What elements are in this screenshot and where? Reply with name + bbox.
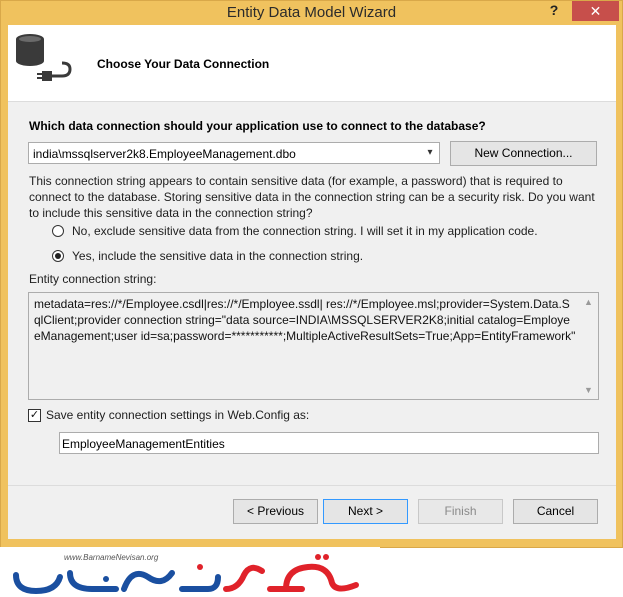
- cancel-button[interactable]: Cancel: [513, 499, 598, 524]
- dialog-client-area: Choose Your Data Connection Which data c…: [8, 25, 616, 539]
- entity-name-value: EmployeeManagementEntities: [62, 437, 225, 451]
- save-connection-label: Save entity connection settings in Web.C…: [46, 408, 310, 422]
- new-connection-button[interactable]: New Connection...: [450, 141, 597, 166]
- watermark: www.BarnameNevisan.org: [0, 547, 380, 597]
- connection-question: Which data connection should your applic…: [29, 119, 486, 133]
- footer-divider: [8, 485, 616, 486]
- radio-button-selected[interactable]: [52, 250, 64, 262]
- page-title: Choose Your Data Connection: [97, 57, 270, 71]
- entity-name-field[interactable]: EmployeeManagementEntities: [59, 432, 599, 454]
- barnamenevisan-logo: [13, 554, 359, 595]
- next-button[interactable]: Next >: [323, 499, 408, 524]
- radio-label: Yes, include the sensitive data in the c…: [72, 249, 364, 263]
- entity-connection-string: metadata=res://*/Employee.csdl|res://*/E…: [34, 297, 576, 343]
- database-connection-icon: [16, 34, 72, 81]
- sensitive-data-warning: This connection string appears to contai…: [29, 174, 595, 220]
- radio-label: No, exclude sensitive data from the conn…: [72, 224, 538, 238]
- entity-connection-label: Entity connection string:: [29, 272, 157, 286]
- wizard-window: Entity Data Model Wizard ? ✕ Choose Your…: [0, 0, 623, 548]
- scroll-up-icon[interactable]: ▲: [584, 297, 593, 307]
- radio-button[interactable]: [52, 225, 64, 237]
- title-bar[interactable]: Entity Data Model Wizard ? ✕: [1, 1, 622, 25]
- connection-dropdown[interactable]: india\mssqlserver2k8.EmployeeManagement.…: [28, 142, 440, 164]
- entity-connection-string-box[interactable]: metadata=res://*/Employee.csdl|res://*/E…: [28, 292, 599, 400]
- window-title: Entity Data Model Wizard: [226, 4, 397, 21]
- connection-dropdown-value: india\mssqlserver2k8.EmployeeManagement.…: [33, 147, 296, 161]
- wizard-header: Choose Your Data Connection: [8, 25, 616, 102]
- save-connection-checkbox[interactable]: ✓: [28, 409, 41, 422]
- close-button[interactable]: ✕: [572, 1, 619, 21]
- vertical-scrollbar[interactable]: ▲ ▼: [581, 293, 598, 399]
- scroll-down-icon[interactable]: ▼: [584, 385, 593, 395]
- finish-button[interactable]: Finish: [418, 499, 503, 524]
- help-button[interactable]: ?: [541, 1, 567, 21]
- chevron-down-icon[interactable]: ▾: [423, 146, 437, 160]
- previous-button[interactable]: < Previous: [233, 499, 318, 524]
